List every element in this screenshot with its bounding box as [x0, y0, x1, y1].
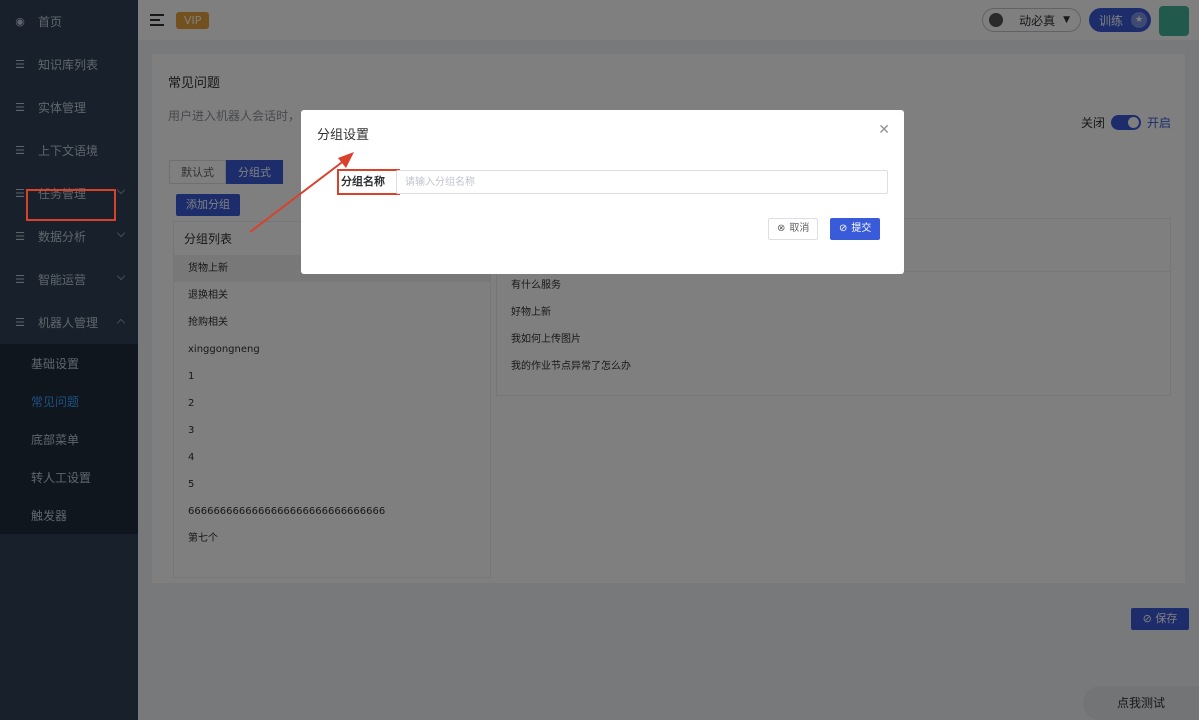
check-circle-icon: ⊘ [839, 223, 848, 234]
submit-label: 提交 [851, 223, 872, 234]
dialog-title: 分组设置 [317, 128, 370, 143]
cancel-label: 取消 [789, 223, 810, 234]
annotation-highlight-box [337, 169, 400, 195]
annotation-highlight-box [26, 189, 116, 221]
submit-button[interactable]: ⊘ 提交 [830, 218, 881, 240]
cancel-button[interactable]: ⊗ 取消 [768, 218, 819, 240]
group-settings-dialog: 分组设置 ✕ 分组名称 ⊗ 取消 ⊘ 提交 [301, 110, 904, 274]
group-name-input[interactable] [396, 170, 888, 194]
modal-overlay[interactable] [0, 0, 1199, 720]
close-circle-icon: ⊗ [777, 223, 786, 234]
close-icon[interactable]: ✕ [878, 122, 890, 138]
